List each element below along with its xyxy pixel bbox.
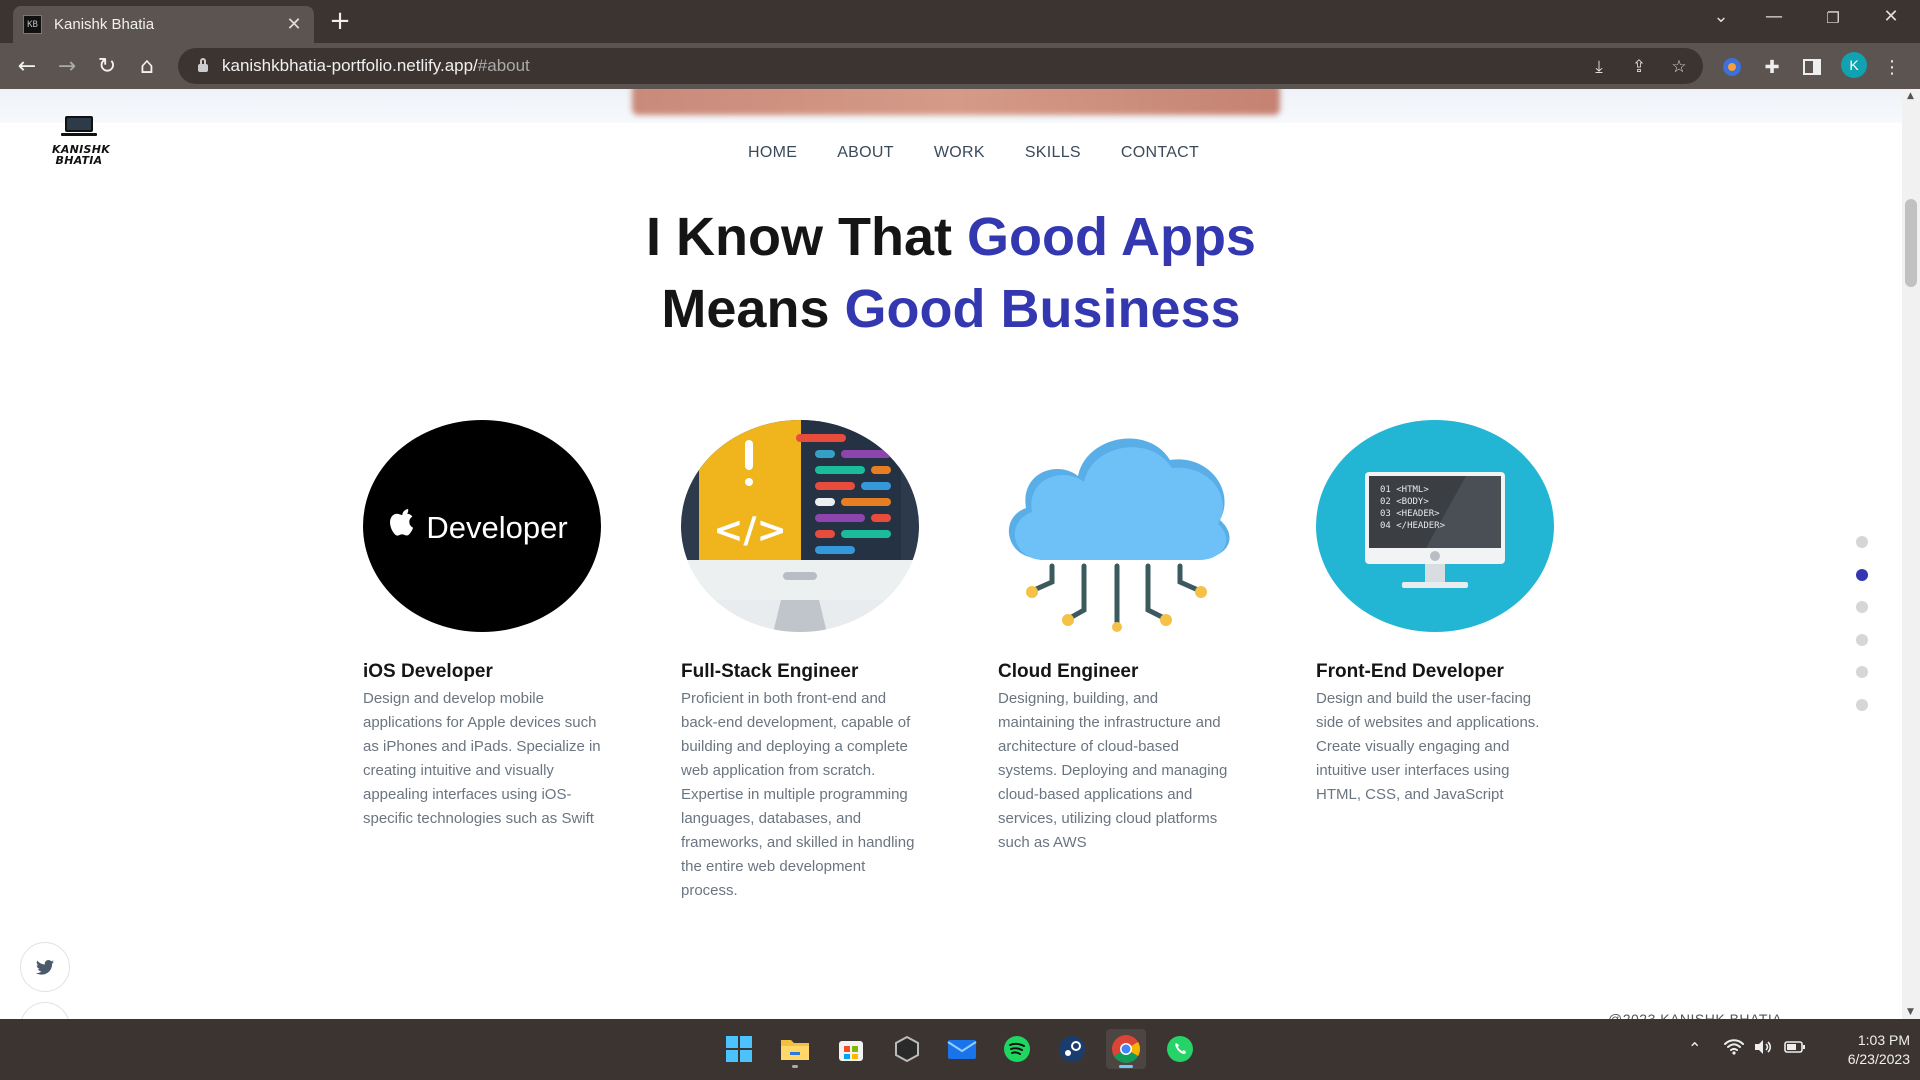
html-monitor-image: 01 <HTML> 02 <BODY> 03 <HEADER> 04 </HEA… <box>1316 420 1554 633</box>
section-heading: I Know That Good Apps Means Good Busines… <box>0 201 1902 345</box>
tab-title: Kanishk Bhatia <box>54 16 155 33</box>
logo-text: KANISHK BHATIA <box>52 143 111 167</box>
nav-work[interactable]: WORK <box>934 144 985 162</box>
browser-tab-strip: KB Kanishk Bhatia ✕ + ⌄ — ❐ ✕ <box>0 0 1920 43</box>
card-description: Proficient in both front-end and back-en… <box>681 690 915 899</box>
side-panel-icon[interactable] <box>1800 55 1824 79</box>
section-dot-active[interactable] <box>1856 568 1868 581</box>
new-tab-button[interactable]: + <box>325 8 355 34</box>
whatsapp-icon[interactable] <box>1160 1029 1200 1069</box>
scroll-down-icon[interactable]: ▼ <box>1907 1007 1914 1017</box>
page-scrollbar[interactable]: ▲ ▼ <box>1902 89 1920 1019</box>
windows-taskbar: ⌃ 1:03 PM 6/23/2023 <box>0 1019 1920 1080</box>
bookmark-star-icon[interactable]: ☆ <box>1668 56 1690 78</box>
share-icon[interactable]: ⇪ <box>1628 56 1650 78</box>
service-card-fullstack: </> Full-Stack Engineer Proficient in bo… <box>681 420 921 903</box>
section-dot[interactable] <box>1856 698 1868 711</box>
copyright-text: @2023 KANISHK BHATIA <box>1608 1011 1783 1019</box>
nav-about[interactable]: ABOUT <box>837 144 894 162</box>
heading-line1-accent: Good Apps <box>967 207 1256 267</box>
apple-developer-text: Developer <box>426 510 567 545</box>
steam-icon[interactable] <box>1052 1029 1092 1069</box>
scroll-thumb[interactable] <box>1905 199 1917 287</box>
section-dot[interactable] <box>1856 666 1868 678</box>
hero-image <box>632 89 1280 115</box>
close-window-button[interactable]: ✕ <box>1876 6 1906 27</box>
section-dots-nav <box>1856 536 1868 731</box>
restore-button[interactable]: ❐ <box>1818 9 1848 27</box>
section-dot[interactable] <box>1856 601 1868 613</box>
spotify-icon[interactable] <box>997 1029 1037 1069</box>
code-brackets-text: </> <box>713 510 786 551</box>
nav-skills[interactable]: SKILLS <box>1025 144 1081 162</box>
card-title: iOS Developer <box>363 661 493 682</box>
site-nav: HOME ABOUT WORK SKILLS CONTACT <box>748 144 1239 162</box>
profile-avatar[interactable]: K <box>1841 52 1867 78</box>
hero-image-edge <box>0 89 1902 123</box>
tab-favicon-icon: KB <box>23 15 42 34</box>
url-path: #about <box>477 56 530 75</box>
show-hidden-icons[interactable]: ⌃ <box>1688 1039 1701 1058</box>
unity-icon[interactable] <box>887 1029 927 1069</box>
clock-date: 6/23/2023 <box>1847 1051 1910 1067</box>
card-title: Front-End Developer <box>1316 661 1504 682</box>
section-dot[interactable] <box>1856 633 1868 646</box>
running-indicator <box>792 1065 798 1068</box>
twitter-icon <box>36 959 54 975</box>
card-description: Design and develop mobile applications f… <box>363 690 601 827</box>
chrome-icon[interactable] <box>1106 1029 1146 1069</box>
card-title: Cloud Engineer <box>998 661 1139 682</box>
section-dot[interactable] <box>1856 536 1868 548</box>
minimize-button[interactable]: — <box>1759 6 1789 27</box>
battery-icon[interactable] <box>1784 1039 1806 1058</box>
tab-close-icon[interactable]: ✕ <box>284 14 304 35</box>
code-monitor-image: </> <box>681 420 919 633</box>
menu-icon[interactable]: ⋮ <box>1880 55 1904 79</box>
mail-icon[interactable] <box>942 1029 982 1069</box>
wifi-icon[interactable] <box>1724 1039 1744 1059</box>
service-card-frontend: 01 <HTML> 02 <BODY> 03 <HEADER> 04 </HEA… <box>1316 420 1556 807</box>
windows-start-icon[interactable] <box>719 1029 759 1069</box>
clock-time: 1:03 PM <box>1857 1032 1910 1048</box>
volume-icon[interactable] <box>1753 1039 1773 1059</box>
browser-tab[interactable]: KB Kanishk Bhatia ✕ <box>13 6 314 43</box>
cloud-image <box>998 420 1236 633</box>
page-viewport: KANISHK BHATIA HOME ABOUT WORK SKILLS CO… <box>0 89 1902 1019</box>
card-description: Design and build the user-facing side of… <box>1316 690 1540 803</box>
install-app-icon[interactable]: ⤓ <box>1588 56 1610 78</box>
lock-icon[interactable] <box>198 58 208 72</box>
heading-line2-accent: Good Business <box>844 279 1241 339</box>
browser-toolbar: ← → ↻ ⌂ kanishkbhatia-portfolio.netlify.… <box>0 43 1920 89</box>
url-host: kanishkbhatia-portfolio.netlify.app/ <box>222 56 478 75</box>
tab-search-icon[interactable]: ⌄ <box>1706 6 1736 27</box>
site-logo[interactable]: KANISHK BHATIA <box>52 116 111 167</box>
nav-contact[interactable]: CONTACT <box>1121 144 1199 162</box>
apple-developer-image: Developer <box>363 420 601 633</box>
twitter-link[interactable] <box>20 942 70 992</box>
reload-button[interactable]: ↻ <box>93 52 121 80</box>
service-card-cloud: Cloud Engineer Designing, building, and … <box>998 420 1238 855</box>
back-button[interactable]: ← <box>13 52 41 80</box>
social-link[interactable] <box>20 1002 70 1019</box>
active-indicator <box>1119 1065 1133 1068</box>
heading-line2-plain: Means <box>661 279 845 339</box>
address-bar[interactable]: kanishkbhatia-portfolio.netlify.app/#abo… <box>178 48 1703 84</box>
card-description: Designing, building, and maintaining the… <box>998 690 1228 851</box>
forward-button[interactable]: → <box>53 52 81 80</box>
file-explorer-icon[interactable] <box>775 1029 815 1069</box>
microsoft-store-icon[interactable] <box>831 1029 871 1069</box>
service-card-ios: Developer iOS Developer Design and devel… <box>363 420 603 831</box>
nav-home[interactable]: HOME <box>748 144 797 162</box>
laptop-icon <box>61 116 97 136</box>
heading-line1-plain: I Know That <box>646 207 967 267</box>
scroll-up-icon[interactable]: ▲ <box>1907 91 1914 101</box>
extensions-puzzle-icon[interactable]: ✚ <box>1760 55 1784 79</box>
extension-icon[interactable] <box>1720 55 1744 79</box>
system-clock[interactable]: 1:03 PM 6/23/2023 <box>1820 1031 1910 1069</box>
card-title: Full-Stack Engineer <box>681 661 859 682</box>
home-button[interactable]: ⌂ <box>133 52 161 80</box>
